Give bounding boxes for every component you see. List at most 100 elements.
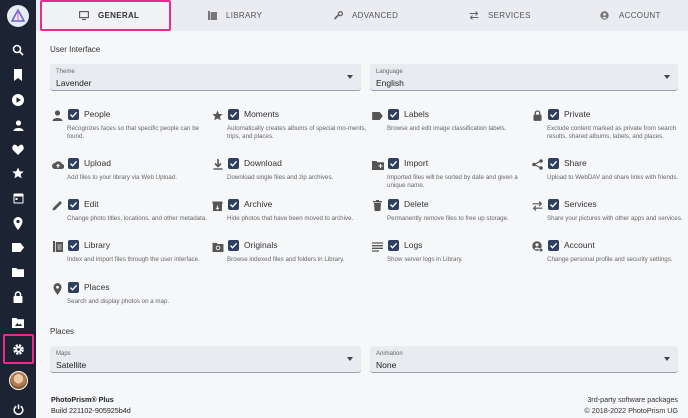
option-description: Download single files and zip archives.	[227, 174, 334, 181]
person-icon	[51, 109, 64, 122]
option-download: Download Download single files and zip ar…	[211, 158, 366, 198]
option-share: Share Upload to WebDAV and share links wi…	[531, 158, 686, 198]
option-title: Archive	[244, 199, 273, 209]
option-description: Show server logs in Library.	[387, 256, 463, 263]
checkbox-labels[interactable]	[388, 109, 399, 120]
build-number: Build 221102-905925b4d	[51, 406, 131, 415]
label-icon[interactable]	[8, 237, 28, 257]
option-description: Add files to your library via Web Upload…	[67, 174, 177, 181]
account-icon	[600, 11, 610, 20]
option-labels: Labels Browse and edit image classificati…	[371, 109, 526, 149]
person-icon[interactable]	[8, 115, 28, 135]
folder-image-icon	[211, 240, 224, 253]
option-logs: Logs Show server logs in Library.	[371, 240, 526, 280]
product-name: PhotoPrism® Plus	[51, 395, 114, 404]
sidebar	[0, 0, 36, 418]
language-select[interactable]: Language English	[370, 64, 678, 91]
search-icon[interactable]	[8, 40, 28, 60]
checkbox-upload[interactable]	[68, 158, 79, 169]
option-title: People	[84, 109, 111, 119]
list-icon	[371, 240, 384, 253]
chevron-down-icon	[664, 75, 670, 79]
library-icon	[51, 240, 64, 253]
checkbox-places[interactable]	[68, 282, 79, 293]
animation-value: None	[376, 360, 397, 370]
swap-icon	[531, 199, 544, 212]
checkbox-import[interactable]	[388, 158, 399, 169]
option-account: Account Change personal profile and secur…	[531, 240, 686, 280]
checkbox-originals[interactable]	[228, 240, 239, 251]
tab-label: ADVANCED	[352, 11, 399, 20]
option-archive: Archive Hide photos that have been moved …	[211, 199, 366, 239]
chevron-down-icon	[347, 75, 353, 79]
theme-value: Lavender	[56, 78, 92, 88]
star-icon[interactable]	[8, 163, 28, 183]
checkbox-download[interactable]	[228, 158, 239, 169]
option-moments: Moments Automatically creates albums of s…	[211, 109, 366, 149]
option-places: Places Search and display photos on a map…	[51, 282, 206, 322]
maps-select[interactable]: Maps Satellite	[50, 346, 361, 373]
option-title: Originals	[244, 240, 278, 250]
option-title: Labels	[404, 109, 430, 119]
checkbox-edit[interactable]	[68, 199, 79, 210]
star-icon	[211, 109, 224, 122]
folder-image-icon[interactable]	[8, 312, 28, 332]
option-title: Account	[564, 240, 595, 250]
share-icon	[531, 158, 544, 171]
checkbox-people[interactable]	[68, 109, 79, 120]
lock-icon	[531, 109, 544, 122]
option-description: Hide photos that have been moved to arch…	[227, 215, 354, 222]
checkbox-archive[interactable]	[228, 199, 239, 210]
lock-icon[interactable]	[8, 287, 28, 307]
footer-version: PhotoPrism® Plus Build 221102-905925b4d	[51, 394, 131, 416]
checkbox-services[interactable]	[548, 199, 559, 210]
avatar[interactable]	[9, 371, 28, 390]
option-title: Library	[84, 240, 110, 250]
checkbox-library[interactable]	[68, 240, 79, 251]
theme-label: Theme	[56, 69, 75, 75]
option-description: Automatically creates albums of special …	[227, 125, 367, 141]
option-upload: Upload Add files to your library via Web …	[51, 158, 206, 198]
folder-plus-icon	[371, 158, 384, 171]
checkbox-account[interactable]	[548, 240, 559, 251]
tab-library[interactable]: LIBRARY	[208, 0, 262, 31]
calendar-icon[interactable]	[8, 188, 28, 208]
settings-icon[interactable]	[8, 339, 28, 359]
checkbox-share[interactable]	[548, 158, 559, 169]
option-title: Import	[404, 158, 429, 168]
option-description: Change personal profile and security set…	[547, 256, 673, 263]
app-logo[interactable]	[7, 5, 29, 27]
option-import: Import Imported files will be sorted by d…	[371, 158, 526, 198]
checkbox-moments[interactable]	[228, 109, 239, 120]
pencil-icon	[51, 199, 64, 212]
checkbox-logs[interactable]	[388, 240, 399, 251]
tab-services[interactable]: SERVICES	[469, 0, 531, 31]
archive-icon	[211, 199, 224, 212]
animation-select[interactable]: Animation None	[370, 346, 678, 373]
cloud-upload-icon	[51, 158, 64, 171]
option-title: Services	[564, 199, 597, 209]
theme-select[interactable]: Theme Lavender	[50, 64, 361, 91]
checkbox-private[interactable]	[548, 109, 559, 120]
chevron-down-icon	[347, 357, 353, 361]
option-description: Browse and edit image classification lab…	[387, 125, 507, 132]
option-description: Search and display photos on a map.	[67, 298, 170, 305]
power-icon[interactable]	[8, 399, 28, 418]
tab-advanced[interactable]: ADVANCED	[334, 0, 398, 31]
play-icon[interactable]	[8, 90, 28, 110]
folder-icon[interactable]	[8, 262, 28, 282]
wrench-icon	[334, 11, 343, 20]
packages-link[interactable]: 3rd-party software packages	[584, 394, 678, 405]
option-description: Index and import files through the user …	[67, 256, 200, 263]
heart-icon[interactable]	[8, 139, 28, 159]
option-services: Services Share your pictures with other a…	[531, 199, 686, 239]
map-pin-icon[interactable]	[8, 213, 28, 233]
maps-value: Satellite	[56, 360, 87, 370]
animation-label: Animation	[376, 351, 403, 357]
bookmark-icon[interactable]	[8, 65, 28, 85]
checkbox-delete[interactable]	[388, 199, 399, 210]
option-description: Exclude content marked as private from s…	[547, 125, 677, 141]
tab-general[interactable]: GENERAL	[79, 0, 139, 31]
tab-account[interactable]: ACCOUNT	[600, 0, 661, 31]
option-description: Permanently remove files to free up stor…	[387, 215, 509, 222]
